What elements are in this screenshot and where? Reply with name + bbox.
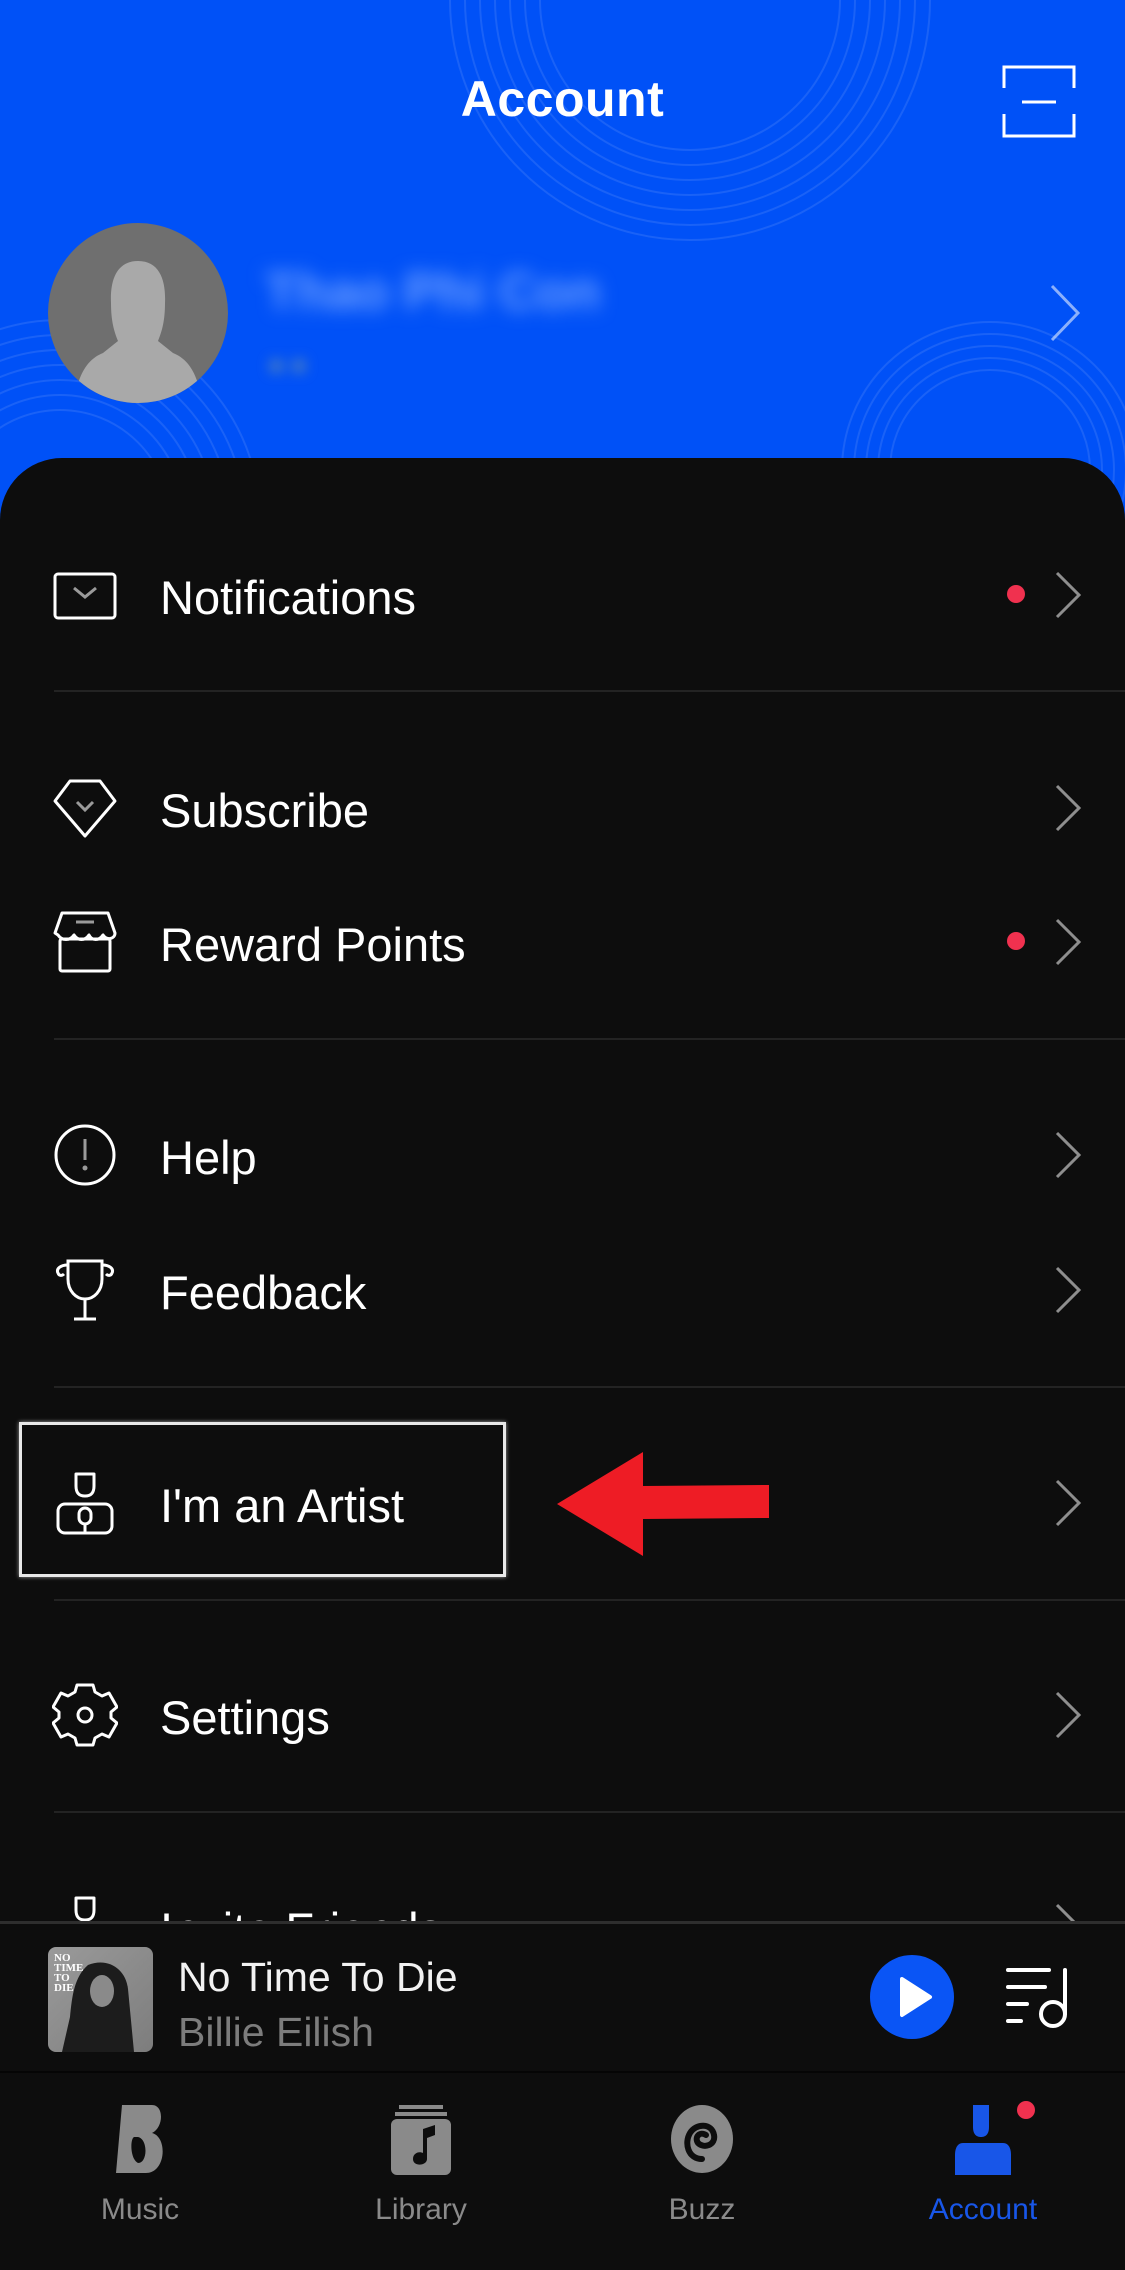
account-badge [1017,2101,1035,2119]
annotation-highlight-box [19,1422,506,1577]
scan-button[interactable] [1000,64,1078,140]
menu-item-subscribe[interactable]: Subscribe [0,747,1125,867]
envelope-icon [53,572,117,620]
queue-button[interactable] [1005,1966,1071,2032]
tab-label: Music [100,2193,180,2226]
divider [54,1386,1125,1388]
mini-player[interactable]: NO TIME TO DIE No Time To Die Billie Eil… [0,1921,1125,2071]
tab-library[interactable]: Library [321,2103,521,2243]
menu-item-help[interactable]: Help [0,1094,1125,1214]
scan-icon [1002,65,1076,138]
info-circle-icon [54,1124,116,1186]
chevron-right-icon [1055,1479,1082,1527]
menu-item-reward-points[interactable]: Reward Points [0,881,1125,1001]
menu-item-settings[interactable]: Settings [0,1654,1125,1774]
reward-badge [1007,932,1025,950]
profile-name[interactable]: Thao Phi Con [265,262,645,321]
chevron-right-icon [1055,571,1082,619]
divider [54,1599,1125,1601]
gear-icon [52,1683,118,1747]
song-artist: Billie Eilish [178,2009,374,2055]
tab-label: Account [928,2193,1038,2226]
cover-text: NO TIME TO DIE [54,1952,84,1994]
chevron-right-icon [1055,918,1082,966]
menu-item-label: Notifications [160,571,416,624]
music-logo-icon [116,2105,163,2173]
menu-item-label: Subscribe [160,784,369,837]
play-icon [900,1977,932,2017]
annotation-arrow-icon [557,1452,769,1556]
default-avatar-icon [74,261,202,403]
tab-bar: Music Library Buzz Account [0,2071,1125,2270]
chevron-right-icon [1055,1266,1082,1314]
menu-item-notifications[interactable]: Notifications [0,534,1125,654]
menu-panel: Notifications Subscribe Reward Points He… [0,458,1125,1928]
chevron-right-icon [1055,784,1082,832]
menu-item-feedback[interactable]: Feedback [0,1229,1125,1349]
store-icon [53,911,117,973]
page-title: Account [460,71,665,127]
menu-item-label: Feedback [160,1266,367,1319]
menu-item-label: Reward Points [160,918,466,971]
buzz-icon [671,2105,733,2173]
menu-item-label: Settings [160,1691,330,1744]
chevron-right-icon [1055,1691,1082,1739]
album-cover[interactable]: NO TIME TO DIE [48,1947,153,2052]
menu-item-invite-friends[interactable]: Invite Friends [0,1866,1125,1928]
tab-label: Library [375,2193,467,2226]
library-icon [391,2105,451,2175]
play-button[interactable] [870,1955,954,2039]
chevron-right-icon [1055,1131,1082,1179]
divider [54,690,1125,692]
chevron-right-icon [1050,284,1081,342]
tab-account[interactable]: Account [883,2101,1083,2243]
trophy-icon [56,1259,114,1321]
tab-label: Buzz [668,2193,736,2226]
menu-item-label: Help [160,1131,257,1184]
divider [54,1811,1125,1813]
notification-badge [1007,585,1025,603]
account-icon [955,2105,1011,2175]
profile-subtitle: • • [270,345,306,386]
tab-music[interactable]: Music [40,2103,240,2243]
account-header: Account Thao Phi Con • • [0,0,1125,520]
divider [54,1038,1125,1040]
tab-buzz[interactable]: Buzz [602,2103,802,2243]
queue-icon [1006,1968,1067,2028]
song-title: No Time To Die [178,1954,458,2000]
avatar[interactable] [48,223,228,403]
profile-chevron-button[interactable] [1048,282,1082,344]
diamond-icon [53,779,117,838]
